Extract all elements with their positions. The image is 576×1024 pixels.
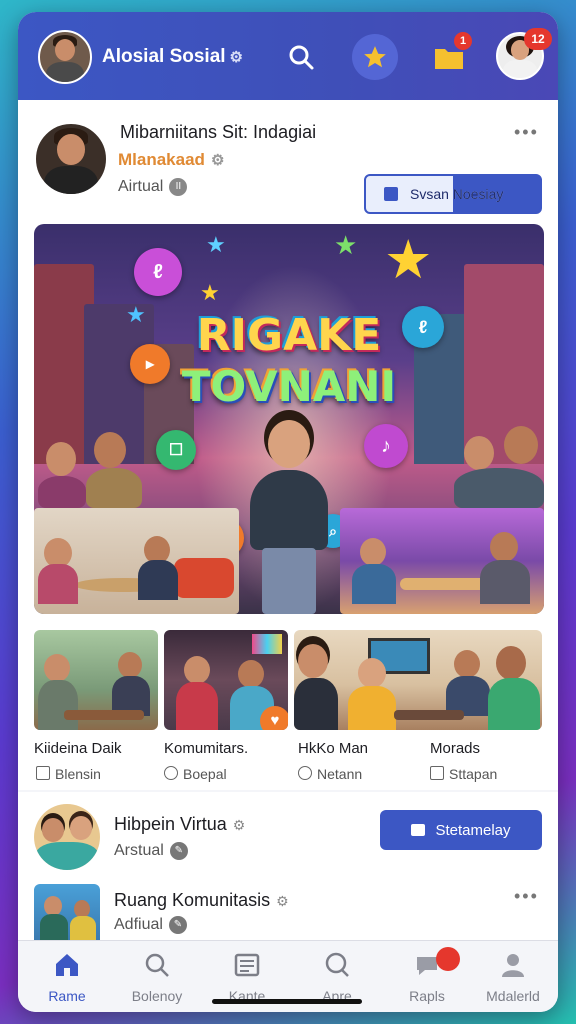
gear-icon: ⚙ (276, 893, 289, 909)
news-icon (234, 953, 260, 977)
verified-gear-icon: ⚙ (229, 49, 243, 66)
thumbnail-title[interactable]: Komumitars. (164, 740, 248, 757)
community-thumbnail[interactable] (34, 630, 158, 730)
tab-explore[interactable]: Apre (292, 951, 382, 1004)
star-icon: ★ (200, 280, 220, 305)
search-button[interactable] (278, 34, 324, 80)
tab-search[interactable]: Bolenoy (112, 951, 202, 1004)
community-meta: Arstual ✎ (114, 842, 188, 860)
app-title: Alosial Sosial ⚙ (102, 46, 243, 67)
heart-icon (164, 766, 178, 780)
thumbnail-meta: Boepal (164, 766, 227, 782)
community-title: Hibpein Virtua ⚙ (114, 814, 246, 834)
wrench-icon: ✎ (168, 916, 187, 934)
top-header: Alosial Sosial ⚙ 1 12 (18, 12, 558, 100)
thumbnail-title[interactable]: Morads (430, 740, 480, 757)
post-meta: Airtual II (118, 178, 188, 196)
community-title: Ruang Komunitasis ⚙ (114, 890, 289, 910)
community-row[interactable]: Hibpein Virtua ⚙ Arstual ✎ Stetamelay (18, 792, 558, 880)
music-bubble-icon: ♪ (364, 424, 408, 468)
search-icon (145, 953, 169, 977)
thumbnail-meta: Netann (298, 766, 362, 782)
pause-icon: II (169, 178, 188, 196)
home-indicator (212, 999, 362, 1004)
user-avatar[interactable] (38, 30, 92, 84)
chat-icon (430, 766, 444, 780)
community-post: Mibarniitans Sit: Indagiai Mlanakaad ⚙ Ai… (18, 100, 558, 790)
room-scene (34, 508, 239, 614)
home-icon (56, 954, 78, 976)
community-avatar (34, 884, 100, 940)
star-icon: ★ (206, 232, 226, 257)
search-icon (325, 952, 349, 977)
gear-icon: ⚙ (232, 817, 246, 833)
event-banner-image[interactable]: ★ ★ ★ ★ ★ ℓ ℓ ▸ ☐ ♪ $ ⌕ RIGAKE TOVNANI (34, 224, 544, 614)
heart-badge-icon: ♥ (260, 706, 288, 730)
profile-icon (502, 954, 524, 977)
banner-title-line2: TOVNANI (181, 362, 397, 411)
search-icon (289, 45, 314, 70)
star-icon: ★ (334, 230, 358, 260)
follow-button[interactable]: Svsan Noesiay (364, 174, 542, 214)
folder-badge: 1 (454, 32, 472, 50)
thumbnail-title[interactable]: Kiideina Daik (34, 740, 122, 757)
heart-icon (298, 766, 312, 780)
bookmark-icon (384, 187, 398, 201)
join-button[interactable]: Stetamelay (380, 810, 542, 850)
chat-bubble-icon: ☐ (156, 430, 196, 470)
profile-badge: 12 (524, 28, 552, 50)
folder-button[interactable]: 1 (426, 32, 472, 80)
community-avatar (34, 804, 100, 870)
tab-profile[interactable]: Mdalerld (468, 951, 558, 1004)
star-icon (364, 46, 386, 68)
post-subtitle: Mlanakaad ⚙ (118, 150, 225, 169)
favorites-button[interactable] (352, 34, 398, 80)
gear-icon: ⚙ (210, 152, 225, 169)
singer-figure (244, 420, 334, 614)
wrench-icon: ✎ (169, 842, 188, 860)
community-thumbnail[interactable] (294, 630, 542, 730)
crowd-figure (454, 424, 544, 508)
thumbnail-title[interactable]: HkKo Man (298, 740, 368, 757)
thumbnail-meta: Sttapan (430, 766, 497, 782)
post-author-avatar[interactable] (34, 122, 108, 196)
community-row[interactable]: Ruang Komunitasis ⚙ Adfiual ✎ ••• (18, 880, 558, 940)
banner-title-line1: RIGAKE (196, 310, 382, 361)
thumbnail-meta: Blensin (36, 766, 101, 782)
community-meta: Adfiual ✎ (114, 916, 187, 934)
star-icon: ★ (384, 230, 433, 290)
crowd-figure (38, 428, 148, 508)
chat-icon (36, 766, 50, 780)
camera-icon (411, 824, 426, 836)
chat-bubble-icon: ℓ (134, 248, 182, 296)
community-thumbnail[interactable]: ♥ (164, 630, 288, 730)
tab-chat[interactable]: Rapls (382, 947, 472, 1004)
more-options-icon[interactable]: ••• (514, 122, 539, 143)
more-options-icon[interactable]: ••• (514, 886, 539, 907)
app-screen: Alosial Sosial ⚙ 1 12 Mibarniitans Sit: … (18, 12, 558, 1012)
tab-home[interactable]: Rame (22, 951, 112, 1004)
room-scene (340, 508, 544, 614)
post-title: Mibarniitans Sit: Indagiai (120, 122, 317, 142)
bottom-tab-bar: Rame Bolenoy Kante Apre Rapls Mdalerld (18, 940, 558, 1012)
tab-news[interactable]: Kante (202, 951, 292, 1004)
chat-badge (436, 947, 460, 971)
